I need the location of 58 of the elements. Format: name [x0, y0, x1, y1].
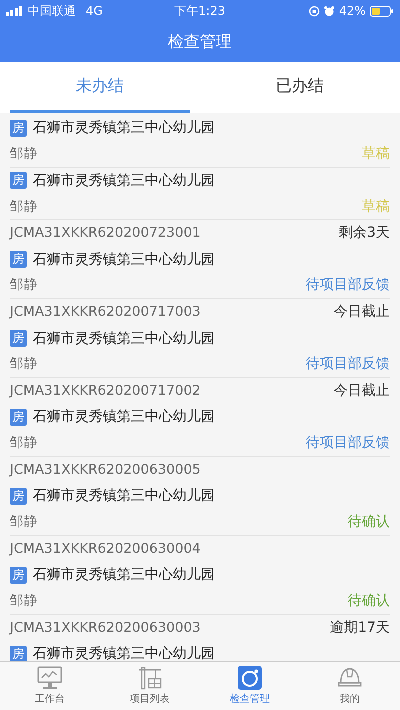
- record-title[interactable]: 石狮市灵秀镇第三中心幼儿园: [33, 330, 215, 348]
- tab[interactable]: 已办结: [210, 62, 390, 113]
- record-title[interactable]: 石狮市灵秀镇第三中心幼儿园: [33, 172, 215, 190]
- deadline-text: 今日截止: [334, 382, 390, 400]
- battery-percent: 42%: [339, 4, 366, 18]
- alarm-icon: [324, 6, 336, 16]
- house-tag: 房: [10, 330, 27, 348]
- record-code: JCMA31XKKR620200717003: [10, 304, 201, 320]
- record-title[interactable]: 石狮市灵秀镇第三中心幼儿园: [33, 408, 215, 426]
- record-code: JCMA31XKKR620200717002: [10, 383, 201, 400]
- inspector-name: 邹静: [10, 276, 38, 294]
- battery-icon: [370, 6, 394, 16]
- status-text: 待项目部反馈: [306, 434, 390, 452]
- status-text: 草稿: [362, 144, 390, 163]
- inspector-name: 邹静: [10, 434, 38, 452]
- house-tag: 房: [10, 408, 27, 426]
- house-tag: 房: [10, 566, 27, 584]
- inspector-name: 邹静: [10, 144, 38, 163]
- network-type: 4G: [86, 4, 103, 18]
- inspector-name: 邹静: [10, 198, 38, 216]
- record-code: JCMA31XKKR620200723001: [10, 225, 201, 242]
- record-code: JCMA31XKKR620200630005: [10, 462, 201, 478]
- status-text: 待确认: [348, 592, 390, 610]
- deadline-text: 今日截止: [334, 303, 390, 322]
- house-tag: 房: [10, 251, 27, 268]
- record-title[interactable]: 石狮市灵秀镇第三中心幼儿园: [33, 645, 215, 661]
- rotation-lock-icon: [309, 6, 320, 16]
- record-code: JCMA31XKKR620200630003: [10, 620, 201, 636]
- deadline-text: 剩余3天: [339, 224, 390, 242]
- inspector-name: 邹静: [10, 513, 38, 532]
- carrier-name: 中国联通: [28, 2, 76, 20]
- deadline-text: 逾期17天: [330, 618, 390, 637]
- crane-icon: [137, 666, 163, 690]
- status-text: 草稿: [362, 198, 390, 216]
- status-text: 待确认: [348, 513, 390, 532]
- page-title: 检查管理: [168, 32, 232, 52]
- nav-item[interactable]: 检查管理: [200, 662, 300, 710]
- house-tag: 房: [10, 488, 27, 505]
- record-title[interactable]: 石狮市灵秀镇第三中心幼儿园: [33, 487, 215, 506]
- status-text: 待项目部反馈: [306, 355, 390, 374]
- inspector-name: 邹静: [10, 592, 38, 610]
- signal-icon: [6, 6, 24, 16]
- record-title[interactable]: 石狮市灵秀镇第三中心幼儿园: [33, 566, 215, 584]
- status-text: 待项目部反馈: [306, 276, 390, 294]
- house-tag: 房: [10, 646, 27, 661]
- nav-item[interactable]: 工作台: [0, 662, 100, 710]
- nav-item[interactable]: 项目列表: [100, 662, 200, 710]
- record-title[interactable]: 石狮市灵秀镇第三中心幼儿园: [33, 250, 215, 269]
- clock-time: 下午1:23: [174, 2, 226, 20]
- inspector-name: 邹静: [10, 355, 38, 374]
- camera-lens-icon: [238, 666, 262, 690]
- tab[interactable]: 未办结: [10, 62, 190, 113]
- nav-item[interactable]: 我的: [300, 662, 400, 710]
- house-tag: 房: [10, 172, 27, 190]
- house-tag: 房: [10, 120, 27, 137]
- record-code: JCMA31XKKR620200630004: [10, 540, 201, 557]
- monitor-chart-icon: [37, 666, 63, 690]
- record-title[interactable]: 石狮市灵秀镇第三中心幼儿园: [33, 119, 215, 138]
